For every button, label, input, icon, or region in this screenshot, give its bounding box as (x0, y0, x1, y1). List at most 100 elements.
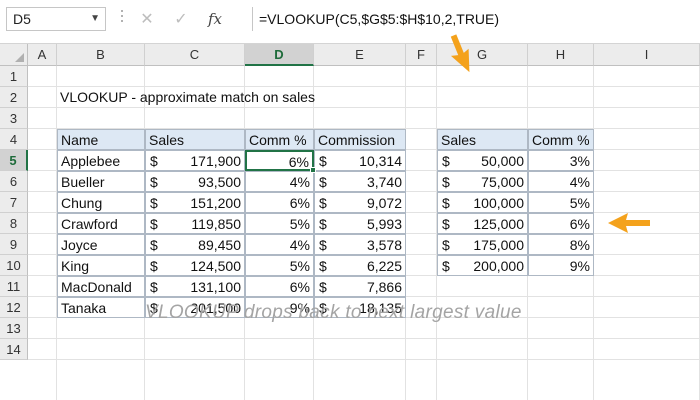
cell-value: 171,900 (190, 153, 241, 169)
row-header-2[interactable]: 2 (0, 87, 28, 108)
cell-commission[interactable]: $9,072 (314, 192, 406, 213)
cell-sales[interactable]: $119,850 (145, 213, 245, 234)
table-header-comm-[interactable]: Comm % (245, 129, 314, 150)
select-all-button[interactable] (0, 44, 28, 66)
cell-value: 151,200 (190, 195, 241, 211)
table-header-name[interactable]: Name (57, 129, 145, 150)
name-box[interactable]: D5 ▼ (6, 7, 106, 31)
currency-symbol: $ (442, 195, 450, 211)
column-header-e[interactable]: E (314, 44, 406, 66)
currency-symbol: $ (150, 237, 158, 253)
lookup-header-comm-[interactable]: Comm % (528, 129, 594, 150)
row-header-7[interactable]: 7 (0, 192, 28, 213)
cell-name[interactable]: Crawford (57, 213, 145, 234)
cell-comm-pct[interactable]: 6% (245, 276, 314, 297)
row-header-4[interactable]: 4 (0, 129, 28, 150)
cell-value: 100,000 (473, 195, 524, 211)
cell-value: 125,000 (473, 216, 524, 232)
cell-comm-pct[interactable]: 5% (245, 255, 314, 276)
cell-comm-pct[interactable]: 6% (245, 192, 314, 213)
row-header-14[interactable]: 14 (0, 339, 28, 360)
cell-value: 7,866 (366, 279, 402, 295)
column-header-f[interactable]: F (406, 44, 437, 66)
fill-handle[interactable] (310, 167, 316, 173)
cell-commission[interactable]: $10,314 (314, 150, 406, 171)
row-header-13[interactable]: 13 (0, 318, 28, 339)
table-header-commission[interactable]: Commission (314, 129, 406, 150)
cell-sales[interactable]: $93,500 (145, 171, 245, 192)
lookup-cell-comm-pct[interactable]: 4% (528, 171, 594, 192)
lookup-cell-comm-pct[interactable]: 8% (528, 234, 594, 255)
cell-commission[interactable]: $3,578 (314, 234, 406, 255)
cell-commission[interactable]: $5,993 (314, 213, 406, 234)
lookup-cell-sales[interactable]: $125,000 (437, 213, 528, 234)
currency-symbol: $ (319, 279, 327, 295)
formula-input[interactable]: =VLOOKUP(C5,$G$5:$H$10,2,TRUE) (252, 7, 698, 31)
cell-name[interactable]: King (57, 255, 145, 276)
cell-value: 75,000 (481, 174, 524, 190)
column-header-a[interactable]: A (28, 44, 57, 66)
sheet-title[interactable]: VLOOKUP - approximate match on sales (60, 87, 400, 108)
check-icon[interactable]: ✓ (172, 9, 190, 29)
lookup-cell-comm-pct[interactable]: 9% (528, 255, 594, 276)
insert-function-icon[interactable]: fx (206, 9, 224, 29)
name-box-value: D5 (13, 11, 31, 27)
row-header-5[interactable]: 5 (0, 150, 28, 171)
cell-commission[interactable]: $7,866 (314, 276, 406, 297)
column-header-b[interactable]: B (57, 44, 145, 66)
cell-sales[interactable]: $171,900 (145, 150, 245, 171)
gridline-horizontal (28, 359, 700, 360)
table-header-sales[interactable]: Sales (145, 129, 245, 150)
lookup-cell-comm-pct[interactable]: 5% (528, 192, 594, 213)
cell-value: 200,000 (473, 258, 524, 274)
cell-value: 6,225 (366, 258, 402, 274)
row-header-12[interactable]: 12 (0, 297, 28, 318)
name-box-dropdown-icon[interactable]: ▼ (90, 8, 100, 30)
row-header-6[interactable]: 6 (0, 171, 28, 192)
cancel-icon[interactable]: ✕ (138, 9, 156, 29)
column-header-h[interactable]: H (528, 44, 594, 66)
cell-sales[interactable]: $151,200 (145, 192, 245, 213)
cell-name[interactable]: Applebee (57, 150, 145, 171)
cell-sales[interactable]: $131,100 (145, 276, 245, 297)
cell-commission[interactable]: $3,740 (314, 171, 406, 192)
cell-name[interactable]: Tanaka (57, 297, 145, 318)
cell-sales[interactable]: $89,450 (145, 234, 245, 255)
cell-name[interactable]: Joyce (57, 234, 145, 255)
formula-bar-grip[interactable] (120, 10, 124, 28)
lookup-cell-sales[interactable]: $100,000 (437, 192, 528, 213)
gridline-horizontal (28, 338, 700, 339)
cell-comm-pct[interactable]: 4% (245, 171, 314, 192)
cell-comm-pct[interactable]: 5% (245, 213, 314, 234)
column-header-c[interactable]: C (145, 44, 245, 66)
row-header-1[interactable]: 1 (0, 66, 28, 87)
currency-symbol: $ (319, 237, 327, 253)
cell-value: 10,314 (359, 153, 402, 169)
cell-commission[interactable]: $6,225 (314, 255, 406, 276)
row-header-11[interactable]: 11 (0, 276, 28, 297)
row-header-3[interactable]: 3 (0, 108, 28, 129)
cell-name[interactable]: Bueller (57, 171, 145, 192)
cell-value: 9,072 (366, 195, 402, 211)
lookup-cell-comm-pct[interactable]: 3% (528, 150, 594, 171)
column-header-i[interactable]: I (594, 44, 700, 66)
lookup-cell-sales[interactable]: $175,000 (437, 234, 528, 255)
row-header-10[interactable]: 10 (0, 255, 28, 276)
cell-name[interactable]: MacDonald (57, 276, 145, 297)
lookup-cell-sales[interactable]: $50,000 (437, 150, 528, 171)
cell-name[interactable]: Chung (57, 192, 145, 213)
lookup-header-sales[interactable]: Sales (437, 129, 528, 150)
row-header-9[interactable]: 9 (0, 234, 28, 255)
lookup-cell-sales[interactable]: $75,000 (437, 171, 528, 192)
cell-comm-pct[interactable]: 4% (245, 234, 314, 255)
lookup-cell-comm-pct[interactable]: 6% (528, 213, 594, 234)
lookup-cell-sales[interactable]: $200,000 (437, 255, 528, 276)
currency-symbol: $ (442, 153, 450, 169)
row-header-8[interactable]: 8 (0, 213, 28, 234)
selected-cell[interactable]: 6% (245, 150, 314, 171)
cell-value: 50,000 (481, 153, 524, 169)
cell-sales[interactable]: $124,500 (145, 255, 245, 276)
arrow-up-icon (450, 34, 470, 73)
column-header-d[interactable]: D (245, 44, 314, 66)
worksheet-grid[interactable]: A B C D E F G H I 1 2 3 4 5 6 7 8 9 10 11 12 13 14 VLOOKUP - ap… (0, 44, 700, 400)
